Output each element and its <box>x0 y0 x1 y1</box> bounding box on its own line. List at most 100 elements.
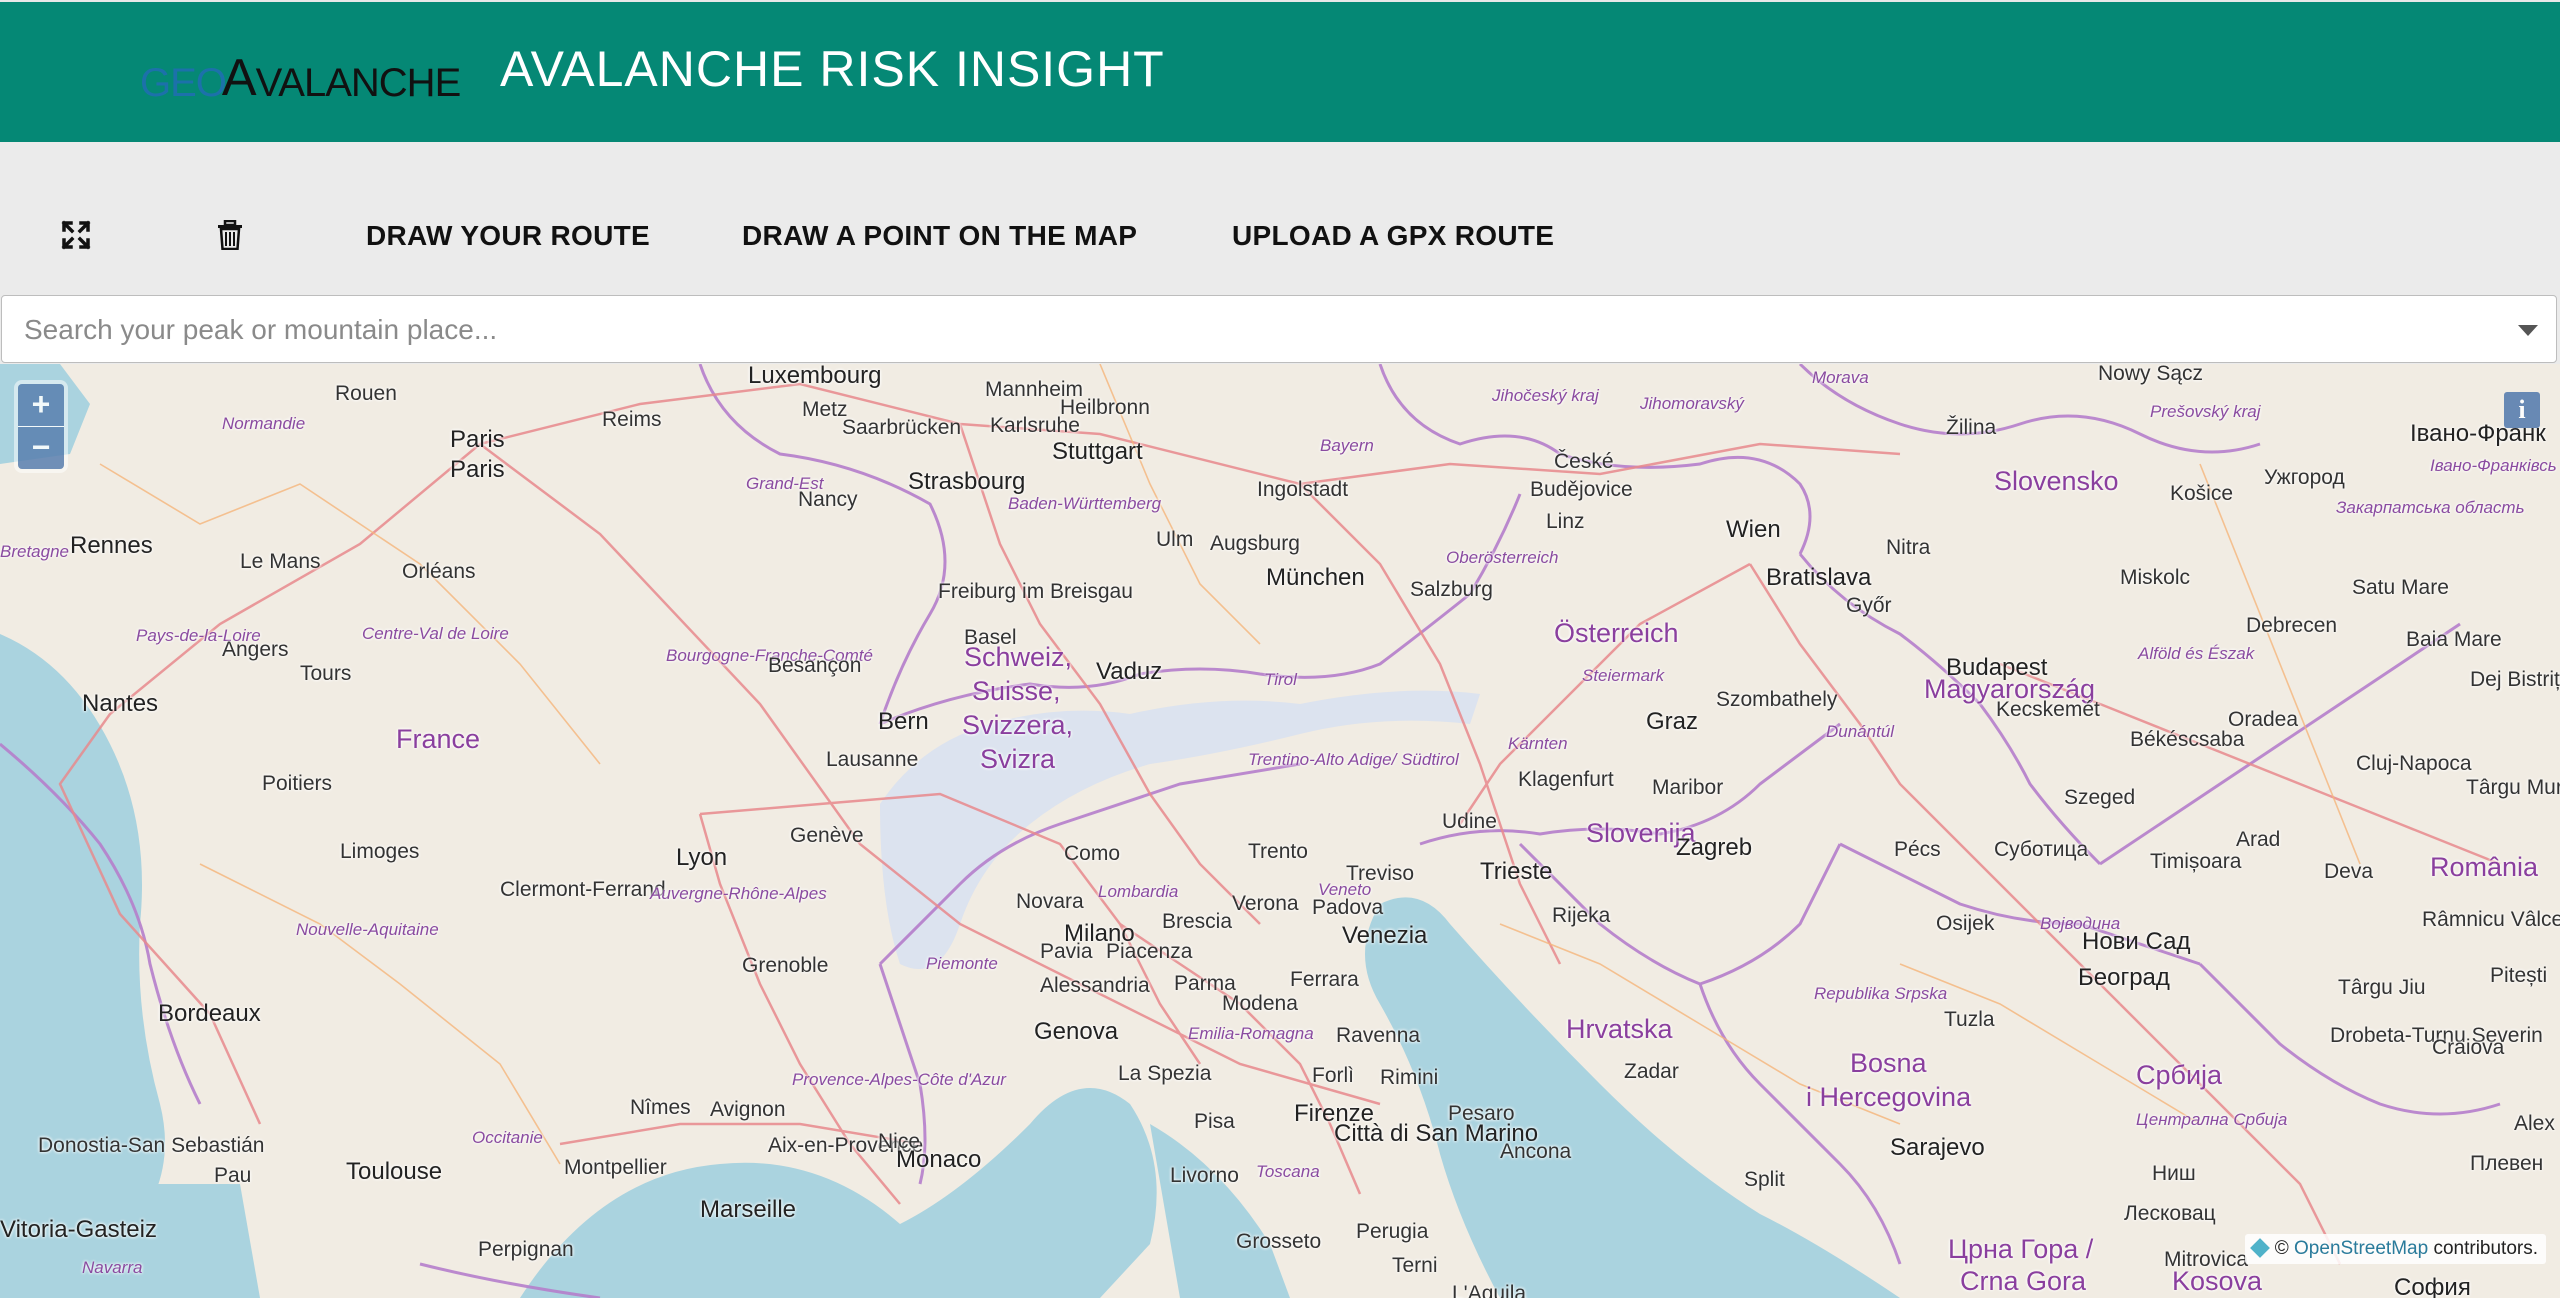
map-label-rouen: Rouen <box>335 382 397 405</box>
map-label-deva: Deva <box>2324 860 2374 883</box>
map-label-oberosterreich: Oberösterreich <box>1446 548 1559 567</box>
map-label-karlsruhe: Karlsruhe <box>990 414 1080 437</box>
map-label-trento: Trento <box>1248 840 1308 863</box>
map-label-paris-2: Paris <box>450 456 505 483</box>
map-label-bosna: Bosna <box>1850 1048 1927 1078</box>
map-label-donostia: Donostia-San Sebastián <box>38 1134 265 1157</box>
map-label-toscana: Toscana <box>1256 1162 1320 1181</box>
map-label-suisse: Suisse, <box>972 676 1061 706</box>
zoom-control: + − <box>18 384 64 469</box>
map-label-dej: Dej Bistrița <box>2470 668 2560 691</box>
map-label-oradea: Oradea <box>2228 708 2299 731</box>
info-button[interactable]: i <box>2504 392 2540 428</box>
attribution-suffix: contributors. <box>2433 1238 2538 1259</box>
draw-point-button[interactable]: DRAW A POINT ON THE MAP <box>742 220 1137 252</box>
osm-logo-icon <box>2249 1238 2270 1258</box>
map-label-grosseto: Grosseto <box>1236 1230 1322 1253</box>
map-label-venezia: Venezia <box>1342 922 1428 949</box>
map-label-bayern: Bayern <box>1320 436 1374 455</box>
zoom-in-button[interactable]: + <box>18 384 64 426</box>
map-label-szeged: Szeged <box>2064 786 2136 809</box>
map-attribution: © OpenStreetMap contributors. <box>2244 1234 2546 1264</box>
map-label-angers: Angers <box>222 638 289 661</box>
map-label-udine: Udine <box>1442 810 1497 833</box>
map-label-le-mans: Le Mans <box>240 550 321 573</box>
map-label-besancon: Besançon <box>768 654 862 677</box>
map-label-ulm: Ulm <box>1156 528 1194 551</box>
map-label-craiova: Craiova <box>2432 1036 2505 1059</box>
map-label-paris: Paris <box>450 426 505 453</box>
map-view[interactable]: Luxembourg Metz Saarbrücken Mannheim Hei… <box>0 364 2560 1298</box>
search-box[interactable] <box>1 295 2557 364</box>
trash-icon[interactable] <box>210 215 250 255</box>
map-label-kosice: Košice <box>2170 482 2234 505</box>
map-label-la-spezia: La Spezia <box>1118 1062 1212 1085</box>
map-label-perpignan: Perpignan <box>478 1238 574 1261</box>
map-label-baden: Baden-Württemberg <box>1008 494 1162 513</box>
fullscreen-icon[interactable] <box>56 215 96 255</box>
openstreetmap-link[interactable]: OpenStreetMap <box>2294 1238 2428 1259</box>
map-label-navarra: Navarra <box>82 1258 143 1277</box>
map-label-lausanne: Lausanne <box>826 748 919 771</box>
map-label-piemonte: Piemonte <box>926 954 998 973</box>
map-label-uzhhorod: Ужгород <box>2264 466 2345 489</box>
map-label-occitanie: Occitanie <box>472 1128 543 1147</box>
map-label-ferrara: Ferrara <box>1290 968 1359 991</box>
map-label-klagenfurt: Klagenfurt <box>1518 768 1614 791</box>
map-label-nouvelle: Nouvelle-Aquitaine <box>296 920 439 939</box>
dropdown-caret-icon[interactable] <box>2518 325 2538 336</box>
map-label-augsburg: Augsburg <box>1210 532 1300 555</box>
logo-geo: GEO <box>140 61 227 105</box>
map-label-timisoara: Timișoara <box>2150 850 2242 873</box>
logo-a: A <box>221 49 257 107</box>
map-label-miskolc: Miskolc <box>2120 566 2191 589</box>
map-label-hrvatska: Hrvatska <box>1566 1014 1673 1044</box>
map-label-svizra: Svizra <box>980 744 1056 774</box>
draw-route-button[interactable]: DRAW YOUR ROUTE <box>366 220 650 252</box>
upload-gpx-button[interactable]: UPLOAD A GPX ROUTE <box>1232 220 1554 252</box>
map-label-lombardia: Lombardia <box>1098 882 1179 901</box>
map-label-kecskemet: Kecskemét <box>1996 698 2100 721</box>
map-label-targu-mures: Târgu Mureș <box>2466 776 2560 799</box>
fullscreen-icon-svg <box>61 220 91 250</box>
map-label-terni: Terni <box>1392 1254 1438 1277</box>
map-label-verona: Verona <box>1232 892 1299 915</box>
map-label-pavia: Pavia <box>1040 940 1093 963</box>
search-input[interactable] <box>22 296 2486 364</box>
map-label-grenoble: Grenoble <box>742 954 829 977</box>
map-label-romania: România <box>2430 852 2539 882</box>
map-label-alfold: Alföld és Észak <box>2138 644 2255 663</box>
map-label-slovensko: Slovensko <box>1994 466 2119 496</box>
map-label-marseille: Marseille <box>700 1196 797 1223</box>
map-label-clermont: Clermont-Ferrand <box>500 878 666 901</box>
map-label-targu-jiu: Târgu Jiu <box>2338 976 2426 999</box>
map-label-sofia: София <box>2394 1274 2471 1298</box>
map-label-vaduz: Vaduz <box>1096 658 1163 685</box>
map-label-nimes: Nîmes <box>630 1096 691 1119</box>
zoom-out-button[interactable]: − <box>18 426 64 469</box>
map-label-kosova: Kosova <box>2172 1266 2263 1296</box>
map-label-subotica: Суботица <box>1994 838 2089 861</box>
map-label-genova: Genova <box>1034 1018 1119 1045</box>
map-label-poitiers: Poitiers <box>262 772 333 795</box>
geoavalanche-logo[interactable]: GEO A VALANCHE <box>140 46 461 107</box>
map-label-orleans: Orléans <box>402 560 476 583</box>
map-label-france: France <box>396 724 481 754</box>
map-label-tirol: Tirol <box>1264 670 1297 689</box>
map-label-nancy: Nancy <box>798 488 858 511</box>
map-label-nitra: Nitra <box>1886 536 1931 559</box>
map-label-zadar: Zadar <box>1624 1060 1679 1083</box>
map-label-gyor: Győr <box>1846 594 1892 617</box>
tyrrhenian-sea <box>1150 1124 1290 1298</box>
map-label-crna-gora-2: Crna Gora <box>1960 1266 2087 1296</box>
map-label-srbija: Србија <box>2136 1060 2223 1090</box>
map-label-monaco: Monaco <box>896 1146 982 1173</box>
map-label-rijeka: Rijeka <box>1552 904 1611 927</box>
map-label-zilina: Žilina <box>1946 416 1997 439</box>
map-label-padova: Padova <box>1312 896 1384 919</box>
map-label-bordeaux: Bordeaux <box>158 1000 261 1027</box>
map-label-nantes: Nantes <box>82 690 159 717</box>
map-label-montpellier: Montpellier <box>564 1156 667 1179</box>
map-label-vitoria: Vitoria-Gasteiz <box>0 1216 157 1243</box>
map-label-svizzera: Svizzera, <box>962 710 1074 740</box>
